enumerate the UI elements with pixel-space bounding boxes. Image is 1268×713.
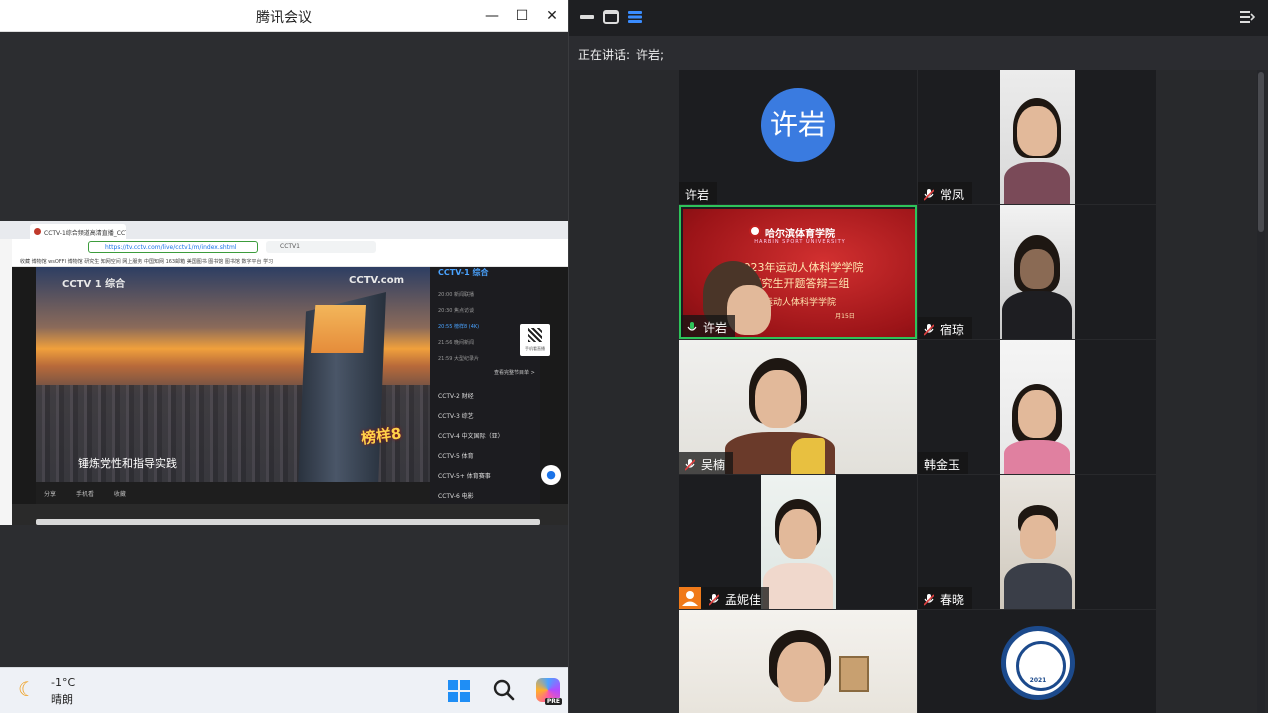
browser-toolbar: https://tv.cctv.com/live/cctv1/m/index.s… bbox=[0, 239, 568, 255]
participant-tile-active[interactable]: 哈尔滨体育学院 HARBIN SPORT UNIVERSITY 2023年运动人… bbox=[679, 205, 917, 339]
video-subtitle: 锤炼党性和指导实践 bbox=[78, 457, 177, 470]
participant-scrollbar[interactable] bbox=[1257, 70, 1265, 713]
participant-name: 常凤 bbox=[918, 182, 973, 204]
participant-video bbox=[1000, 205, 1075, 339]
participant-video bbox=[1000, 70, 1075, 204]
video-player[interactable]: CCTV 1 综合 CCTV.com 榜样8 锤炼党性和指导实践 bbox=[36, 267, 430, 482]
program-item[interactable]: 21:59 大型纪录片 bbox=[438, 355, 479, 362]
share-control[interactable]: 分享 bbox=[44, 491, 56, 498]
program-item-current[interactable]: 20:55 榜样8 (4K) bbox=[438, 323, 479, 330]
program-item[interactable]: 21:56 晚间新闻 bbox=[438, 339, 474, 346]
participant-tile[interactable]: 许岩 许岩 bbox=[679, 70, 917, 204]
speaking-name: 许岩; bbox=[636, 48, 665, 62]
participant-tile[interactable] bbox=[679, 610, 917, 713]
participant-tile[interactable]: 2021 bbox=[918, 610, 1156, 713]
program-item[interactable]: 20:00 新闻联播 bbox=[438, 291, 474, 298]
participant-name: 宿琼 bbox=[918, 317, 973, 339]
participant-tile[interactable]: 韩金玉 bbox=[918, 340, 1156, 474]
cctv-com-logo: CCTV.com bbox=[349, 275, 404, 286]
participant-tile[interactable]: 春晓 bbox=[918, 475, 1156, 609]
window-titlebar: 腾讯会议 — ☐ ✕ bbox=[0, 0, 568, 32]
maximize-button[interactable]: ☐ bbox=[512, 6, 532, 26]
player-controls: 分享 手机看 收藏 bbox=[36, 482, 430, 504]
browser-tabbar: CCTV-1综合频道高清直播_CCTV bbox=[0, 221, 568, 239]
speaking-indicator: 正在讲话: 许岩; bbox=[569, 36, 1268, 70]
browser-tab[interactable]: CCTV-1综合频道高清直播_CCTV bbox=[30, 224, 126, 239]
browser-sidebar bbox=[0, 239, 12, 525]
participant-tile[interactable]: 吴楠 bbox=[679, 340, 917, 474]
copilot-icon[interactable]: PRE bbox=[536, 678, 562, 705]
search-icon[interactable] bbox=[492, 678, 516, 702]
edge-assist-icon[interactable]: ● bbox=[541, 465, 561, 485]
participant-video bbox=[1000, 340, 1075, 474]
minimize-view-icon[interactable] bbox=[579, 10, 595, 24]
windows-start-icon[interactable] bbox=[448, 680, 470, 702]
collapse-panel-icon[interactable] bbox=[1239, 10, 1255, 24]
browser-bottom-strip bbox=[12, 504, 568, 525]
participant-video bbox=[761, 475, 836, 609]
mic-muted-icon bbox=[924, 189, 934, 201]
participant-grid: 许岩 许岩 常凤 哈尔滨体育学院 HARBIN SPORT UNIVERSITY… bbox=[569, 70, 1268, 713]
channel-list: CCTV-1 综合 20:00 新闻联播 20:30 焦点访谈 20:55 榜样… bbox=[430, 267, 540, 504]
participant-name: 许岩 bbox=[681, 315, 736, 337]
shared-browser: CCTV-1综合频道高清直播_CCTV https://tv.cctv.com/… bbox=[0, 221, 568, 525]
bookmarks-bar[interactable]: 收藏 博物馆 wsOFFI 博物馆 研究生 知网空间 网上服务 中国知网 163… bbox=[0, 255, 568, 267]
banner-line4: 月15日 bbox=[835, 313, 855, 320]
participant-video bbox=[1000, 475, 1075, 609]
program-item[interactable]: 20:30 焦点访谈 bbox=[438, 307, 474, 314]
temperature[interactable]: -1°C bbox=[51, 676, 75, 689]
host-badge-icon bbox=[679, 587, 701, 609]
participant-tile[interactable]: 宿琼 bbox=[918, 205, 1156, 339]
mic-muted-icon bbox=[924, 324, 934, 336]
moon-icon[interactable]: ☾ bbox=[18, 678, 40, 700]
participant-name: 许岩 bbox=[679, 182, 718, 204]
gallery-view-icon[interactable] bbox=[627, 10, 643, 24]
banner-school: 哈尔滨体育学院 bbox=[765, 229, 835, 240]
banner-school-en: HARBIN SPORT UNIVERSITY bbox=[754, 239, 846, 245]
channel-item[interactable]: CCTV-3 综艺 bbox=[438, 411, 474, 420]
mic-muted-icon bbox=[709, 594, 719, 606]
channel-item[interactable]: CCTV-2 财经 bbox=[438, 391, 474, 400]
minimize-button[interactable]: — bbox=[482, 6, 502, 26]
participant-name: 吴楠 bbox=[679, 452, 734, 474]
speaking-label: 正在讲话: bbox=[578, 48, 631, 62]
mobile-watch-control[interactable]: 手机看 bbox=[76, 491, 94, 498]
cctv-logo: CCTV 1 综合 bbox=[62, 279, 126, 290]
meeting-toolbar bbox=[569, 0, 1268, 36]
shared-screen-window: 腾讯会议 — ☐ ✕ CCTV-1综合频道高清直播_CCTV https://t… bbox=[0, 0, 568, 713]
participant-video bbox=[679, 610, 917, 713]
qr-code[interactable]: 手机看直播 bbox=[520, 324, 550, 356]
participant-name: 韩金玉 bbox=[918, 452, 969, 474]
mic-muted-icon bbox=[924, 594, 934, 606]
participant-tile[interactable]: 常凤 bbox=[918, 70, 1156, 204]
channel-item[interactable]: CCTV-5+ 体育赛事 bbox=[438, 471, 491, 480]
close-button[interactable]: ✕ bbox=[542, 6, 562, 26]
mic-active-icon bbox=[687, 322, 697, 331]
window-view-icon[interactable] bbox=[603, 10, 619, 24]
channel-item[interactable]: CCTV-6 电影 bbox=[438, 491, 474, 500]
browser-search-box[interactable]: CCTV1 bbox=[266, 241, 376, 253]
university-emblem-icon: 2021 bbox=[1001, 626, 1075, 700]
tower-opening bbox=[311, 305, 366, 353]
channel-item[interactable]: CCTV-4 中文国际（亚） bbox=[438, 431, 504, 440]
participant-name: 春晓 bbox=[918, 587, 973, 609]
channel-list-header: CCTV-1 综合 bbox=[438, 268, 489, 277]
meeting-panel: 正在讲话: 许岩; 许岩 许岩 常凤 哈尔滨体育学院 HARBIN SPORT … bbox=[568, 0, 1268, 713]
participant-name: 孟妮佳 bbox=[679, 587, 770, 609]
weather-condition[interactable]: 晴朗 bbox=[51, 691, 73, 707]
favorite-control[interactable]: 收藏 bbox=[114, 491, 126, 498]
copilot-badge: PRE bbox=[544, 698, 562, 705]
screen: 腾讯会议 — ☐ ✕ CCTV-1综合频道高清直播_CCTV https://t… bbox=[0, 0, 1268, 713]
participant-tile[interactable]: 孟妮佳 bbox=[679, 475, 917, 609]
channel-item[interactable]: CCTV-5 体育 bbox=[438, 451, 474, 460]
windows-taskbar: ☾ -1°C 晴朗 PRE bbox=[0, 667, 568, 713]
mic-muted-icon bbox=[685, 459, 695, 471]
full-schedule-link[interactable]: 查看完整节目单 > bbox=[494, 369, 535, 376]
avatar: 许岩 bbox=[761, 88, 835, 162]
address-bar[interactable]: https://tv.cctv.com/live/cctv1/m/index.s… bbox=[88, 241, 258, 253]
